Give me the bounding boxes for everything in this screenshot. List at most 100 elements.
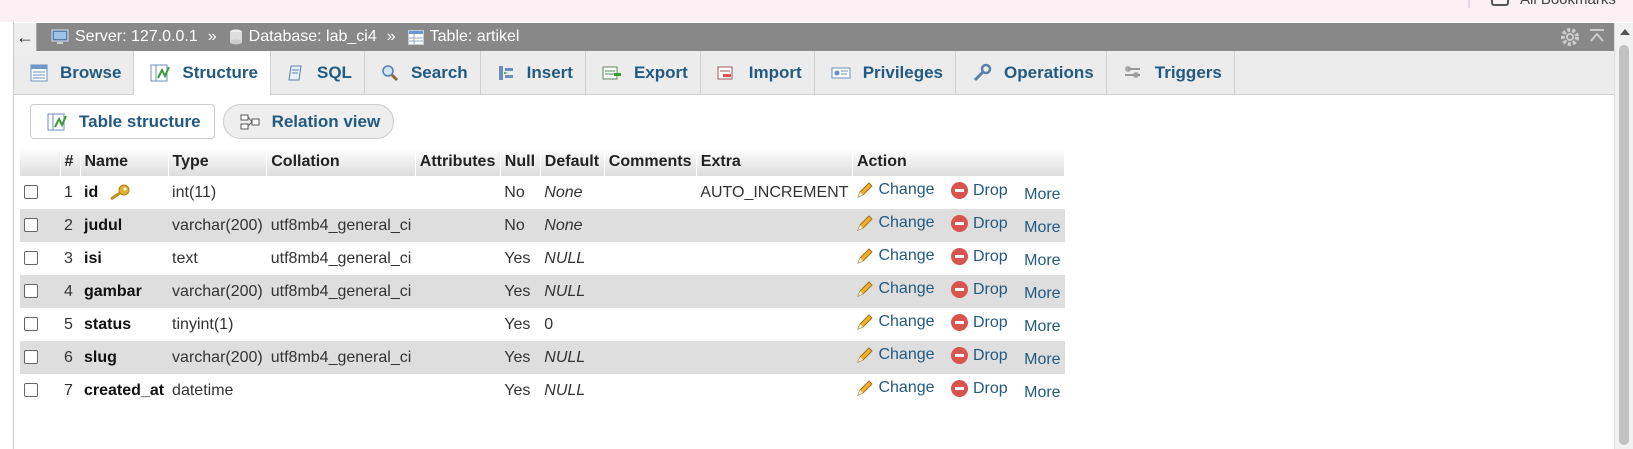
tab-insert[interactable]: Insert [481,51,586,95]
more-link[interactable]: More [1024,186,1060,204]
tab-triggers-label[interactable]: Triggers [1155,63,1222,83]
collapse-top-icon[interactable] [1588,27,1606,47]
tab-sql[interactable]: SQL [271,51,365,95]
back-arrow-icon[interactable]: ← [14,23,37,51]
gear-icon[interactable] [1560,27,1580,47]
row-checkbox[interactable] [24,317,38,332]
header-collation[interactable]: Collation [266,148,416,176]
subtab-relation-view-label[interactable]: Relation view [272,112,381,132]
subtab-table-structure-label[interactable]: Table structure [79,112,201,132]
row-checkbox[interactable] [24,383,38,398]
tab-import[interactable]: Import [701,51,815,95]
breadcrumb-separator: » [207,28,217,45]
breadcrumb-database-label[interactable]: Database: lab_ci4 [249,28,377,46]
breadcrumb-table[interactable]: Table: artikel [407,28,520,46]
tab-import-label[interactable]: Import [749,63,802,83]
tab-export[interactable]: Export [586,51,701,95]
change-link[interactable]: Change [856,181,935,199]
header-null[interactable]: Null [500,148,541,176]
drop-link[interactable]: Drop [950,281,1008,299]
tab-triggers[interactable]: Triggers [1107,51,1235,95]
tab-sql-label[interactable]: SQL [317,63,352,83]
header-extra[interactable]: Extra [696,148,853,176]
more-link[interactable]: More [1024,252,1060,270]
cell-null: Yes [500,275,541,308]
change-link[interactable]: Change [856,379,935,397]
scroll-up-arrow-icon[interactable] [1620,29,1630,35]
tab-privileges-label[interactable]: Privileges [863,63,943,83]
change-link[interactable]: Change [856,346,935,364]
drop-icon [950,380,968,397]
tab-search[interactable]: Search [365,51,481,95]
change-link[interactable]: Change [856,247,935,265]
drop-label[interactable]: Drop [973,182,1008,200]
row-select[interactable] [20,341,60,374]
change-label[interactable]: Change [878,247,934,265]
header-comments[interactable]: Comments [604,148,697,176]
drop-link[interactable]: Drop [950,248,1008,266]
drop-link[interactable]: Drop [950,314,1008,332]
tab-operations-label[interactable]: Operations [1004,63,1094,83]
row-checkbox[interactable] [24,185,38,200]
tab-privileges[interactable]: Privileges [815,51,957,95]
drop-link[interactable]: Drop [950,215,1008,233]
tab-browse-label[interactable]: Browse [60,63,121,83]
breadcrumb-server-label[interactable]: Server: 127.0.0.1 [75,28,198,46]
row-checkbox[interactable] [24,284,38,299]
breadcrumb-database[interactable]: Database: lab_ci4 [229,28,377,46]
header-default[interactable]: Default [540,148,605,176]
pencil-icon [857,215,874,231]
left-navigation-gutter [0,22,14,449]
tab-insert-label[interactable]: Insert [527,63,573,83]
row-checkbox[interactable] [24,218,38,233]
drop-link[interactable]: Drop [950,347,1008,365]
more-link[interactable]: More [1024,384,1060,402]
tab-search-label[interactable]: Search [411,63,468,83]
drop-link[interactable]: Drop [950,380,1008,398]
header-name[interactable]: Name [80,148,169,176]
subtab-relation-view[interactable]: Relation view [222,104,395,139]
breadcrumb-server[interactable]: Server: 127.0.0.1 [51,28,198,46]
drop-label[interactable]: Drop [973,215,1008,233]
drop-label[interactable]: Drop [973,314,1008,332]
more-link[interactable]: More [1024,351,1060,369]
header-attributes[interactable]: Attributes [415,148,501,176]
breadcrumb-table-label[interactable]: Table: artikel [430,28,520,46]
change-link[interactable]: Change [856,313,935,331]
row-select[interactable] [20,275,60,308]
vertical-scrollbar[interactable] [1614,23,1633,449]
change-label[interactable]: Change [878,280,934,298]
drop-label[interactable]: Drop [973,380,1008,398]
tab-operations[interactable]: Operations [956,51,1107,95]
change-label[interactable]: Change [878,214,934,232]
change-link[interactable]: Change [856,280,935,298]
drop-label[interactable]: Drop [973,248,1008,266]
row-select[interactable] [20,176,60,209]
header-type[interactable]: Type [168,148,268,176]
row-select[interactable] [20,374,60,407]
change-label[interactable]: Change [878,346,934,364]
tab-structure-label[interactable]: Structure [182,63,258,83]
tab-structure[interactable]: Structure [134,51,271,96]
row-select[interactable] [20,308,60,341]
subtab-table-structure[interactable]: Table structure [30,104,215,139]
drop-link[interactable]: Drop [950,182,1008,200]
more-link[interactable]: More [1024,318,1060,336]
row-checkbox[interactable] [24,350,38,365]
row-checkbox[interactable] [24,251,38,266]
more-link[interactable]: More [1024,219,1060,237]
change-label[interactable]: Change [878,379,934,397]
row-select[interactable] [20,242,60,275]
change-link[interactable]: Change [856,214,935,232]
tab-export-label[interactable]: Export [634,63,688,83]
tab-browse[interactable]: Browse [14,51,135,95]
drop-label[interactable]: Drop [973,347,1008,365]
bookmarks-folder-icon[interactable] [1491,0,1509,6]
more-link[interactable]: More [1024,285,1060,303]
all-bookmarks-label[interactable]: All Bookmarks [1520,0,1616,8]
scrollbar-thumb[interactable] [1619,45,1629,445]
change-label[interactable]: Change [878,181,934,199]
change-label[interactable]: Change [878,313,934,331]
row-select[interactable] [20,209,60,242]
drop-label[interactable]: Drop [973,281,1008,299]
